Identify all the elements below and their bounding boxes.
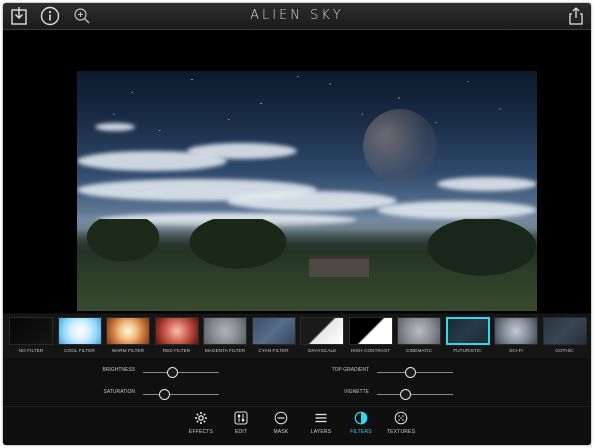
treeline bbox=[77, 219, 537, 311]
filter-thumbnail bbox=[445, 317, 490, 345]
tool-layers[interactable]: LAYERS bbox=[303, 411, 339, 443]
bottom-toolbar: EFFECTS EDIT MASK LAYERS FILTERS TEXTURES bbox=[3, 406, 591, 445]
top-bar: ALIEN SKY bbox=[3, 3, 591, 30]
cloud bbox=[437, 177, 537, 191]
filter-high-contrast[interactable]: HIGH CONTRAST bbox=[348, 317, 393, 357]
filter-strip: NO FILTER COOL FILTER WARM FILTER RED FILTE… bbox=[3, 314, 591, 358]
cloud bbox=[95, 123, 135, 131]
planet-overlay bbox=[363, 109, 437, 183]
tool-label: EFFECTS bbox=[188, 429, 214, 435]
mask-icon bbox=[274, 411, 288, 425]
saturation-slider-knob[interactable] bbox=[159, 389, 171, 400]
filter-no-filter[interactable]: NO FILTER bbox=[9, 317, 53, 357]
filter-thumbnail bbox=[397, 317, 441, 345]
top-gradient-slider[interactable] bbox=[377, 367, 453, 378]
tool-label: MASK bbox=[273, 429, 289, 435]
saturation-label: SATURATION bbox=[103, 389, 135, 395]
top-gradient-slider-knob[interactable] bbox=[405, 367, 417, 378]
app-window: ALIEN SKY NO FILTER COOL FILTER WARM FILTE… bbox=[3, 3, 591, 445]
textures-icon bbox=[394, 411, 408, 425]
filter-warm-filter[interactable]: WARM FILTER bbox=[106, 317, 150, 357]
filter-thumbnail bbox=[300, 317, 344, 345]
filter-thumbnail bbox=[251, 317, 296, 345]
filter-grayscale[interactable]: GRAYSCALE bbox=[300, 317, 344, 357]
photo-preview[interactable] bbox=[77, 71, 537, 311]
layers-icon bbox=[314, 411, 328, 425]
vignette-label: VIGNETTE bbox=[343, 389, 369, 395]
filters-icon bbox=[354, 411, 368, 425]
filter-thumbnail bbox=[154, 317, 199, 345]
tool-label: EDIT bbox=[234, 429, 248, 435]
gear-icon bbox=[194, 411, 208, 425]
filter-magenta-filter[interactable]: MAGENTA FILTER bbox=[203, 317, 247, 357]
filter-thumbnail bbox=[203, 317, 247, 345]
filter-futuristic[interactable]: FUTURISTIC bbox=[445, 317, 490, 357]
filter-cyan-filter[interactable]: CYAN FILTER bbox=[251, 317, 296, 357]
filter-thumbnail bbox=[106, 317, 150, 345]
filter-thumbnail bbox=[57, 317, 102, 345]
tool-label: LAYERS bbox=[310, 429, 332, 435]
top-gradient-label: TOP GRADIENT bbox=[331, 367, 369, 373]
tool-edit[interactable]: EDIT bbox=[223, 411, 259, 443]
tool-effects[interactable]: EFFECTS bbox=[183, 411, 219, 443]
cloud bbox=[227, 191, 397, 211]
vignette-slider[interactable] bbox=[377, 389, 453, 400]
tool-textures[interactable]: TEXTURES bbox=[383, 411, 419, 443]
brightness-slider[interactable] bbox=[143, 367, 219, 378]
tool-filters[interactable]: FILTERS bbox=[343, 411, 379, 443]
filter-thumbnail bbox=[348, 317, 393, 345]
filter-sci-fi[interactable]: SCI-FI bbox=[494, 317, 538, 357]
filter-cool-filter[interactable]: COOL FILTER bbox=[57, 317, 102, 357]
adjustment-sliders: BRIGHTNESS SATURATION TOP GRADIENT VIGNETTE bbox=[3, 359, 591, 405]
photo-canvas[interactable] bbox=[3, 30, 591, 313]
brightness-label: BRIGHTNESS bbox=[102, 367, 135, 373]
tool-label: TEXTURES bbox=[386, 429, 416, 435]
filter-thumbnail bbox=[542, 317, 587, 345]
app-title: ALIEN SKY bbox=[250, 8, 344, 23]
vignette-slider-knob[interactable] bbox=[400, 389, 412, 400]
building bbox=[309, 256, 369, 277]
saturation-slider[interactable] bbox=[143, 389, 219, 400]
filter-label: GOTHIC bbox=[555, 348, 574, 353]
share-icon[interactable] bbox=[565, 5, 587, 27]
cloud bbox=[187, 143, 297, 159]
sliders-icon bbox=[234, 411, 248, 425]
filter-thumbnail bbox=[9, 317, 53, 345]
filter-thumbnail bbox=[494, 317, 538, 345]
brightness-slider-knob[interactable] bbox=[166, 367, 178, 378]
filter-red-filter[interactable]: RED FILTER bbox=[154, 317, 199, 357]
filter-gothic[interactable]: GOTHIC bbox=[542, 317, 587, 357]
tool-mask[interactable]: MASK bbox=[263, 411, 299, 443]
cloud bbox=[377, 201, 537, 219]
tool-label: FILTERS bbox=[350, 429, 372, 435]
filter-cinematic[interactable]: CINEMATIC bbox=[397, 317, 441, 357]
